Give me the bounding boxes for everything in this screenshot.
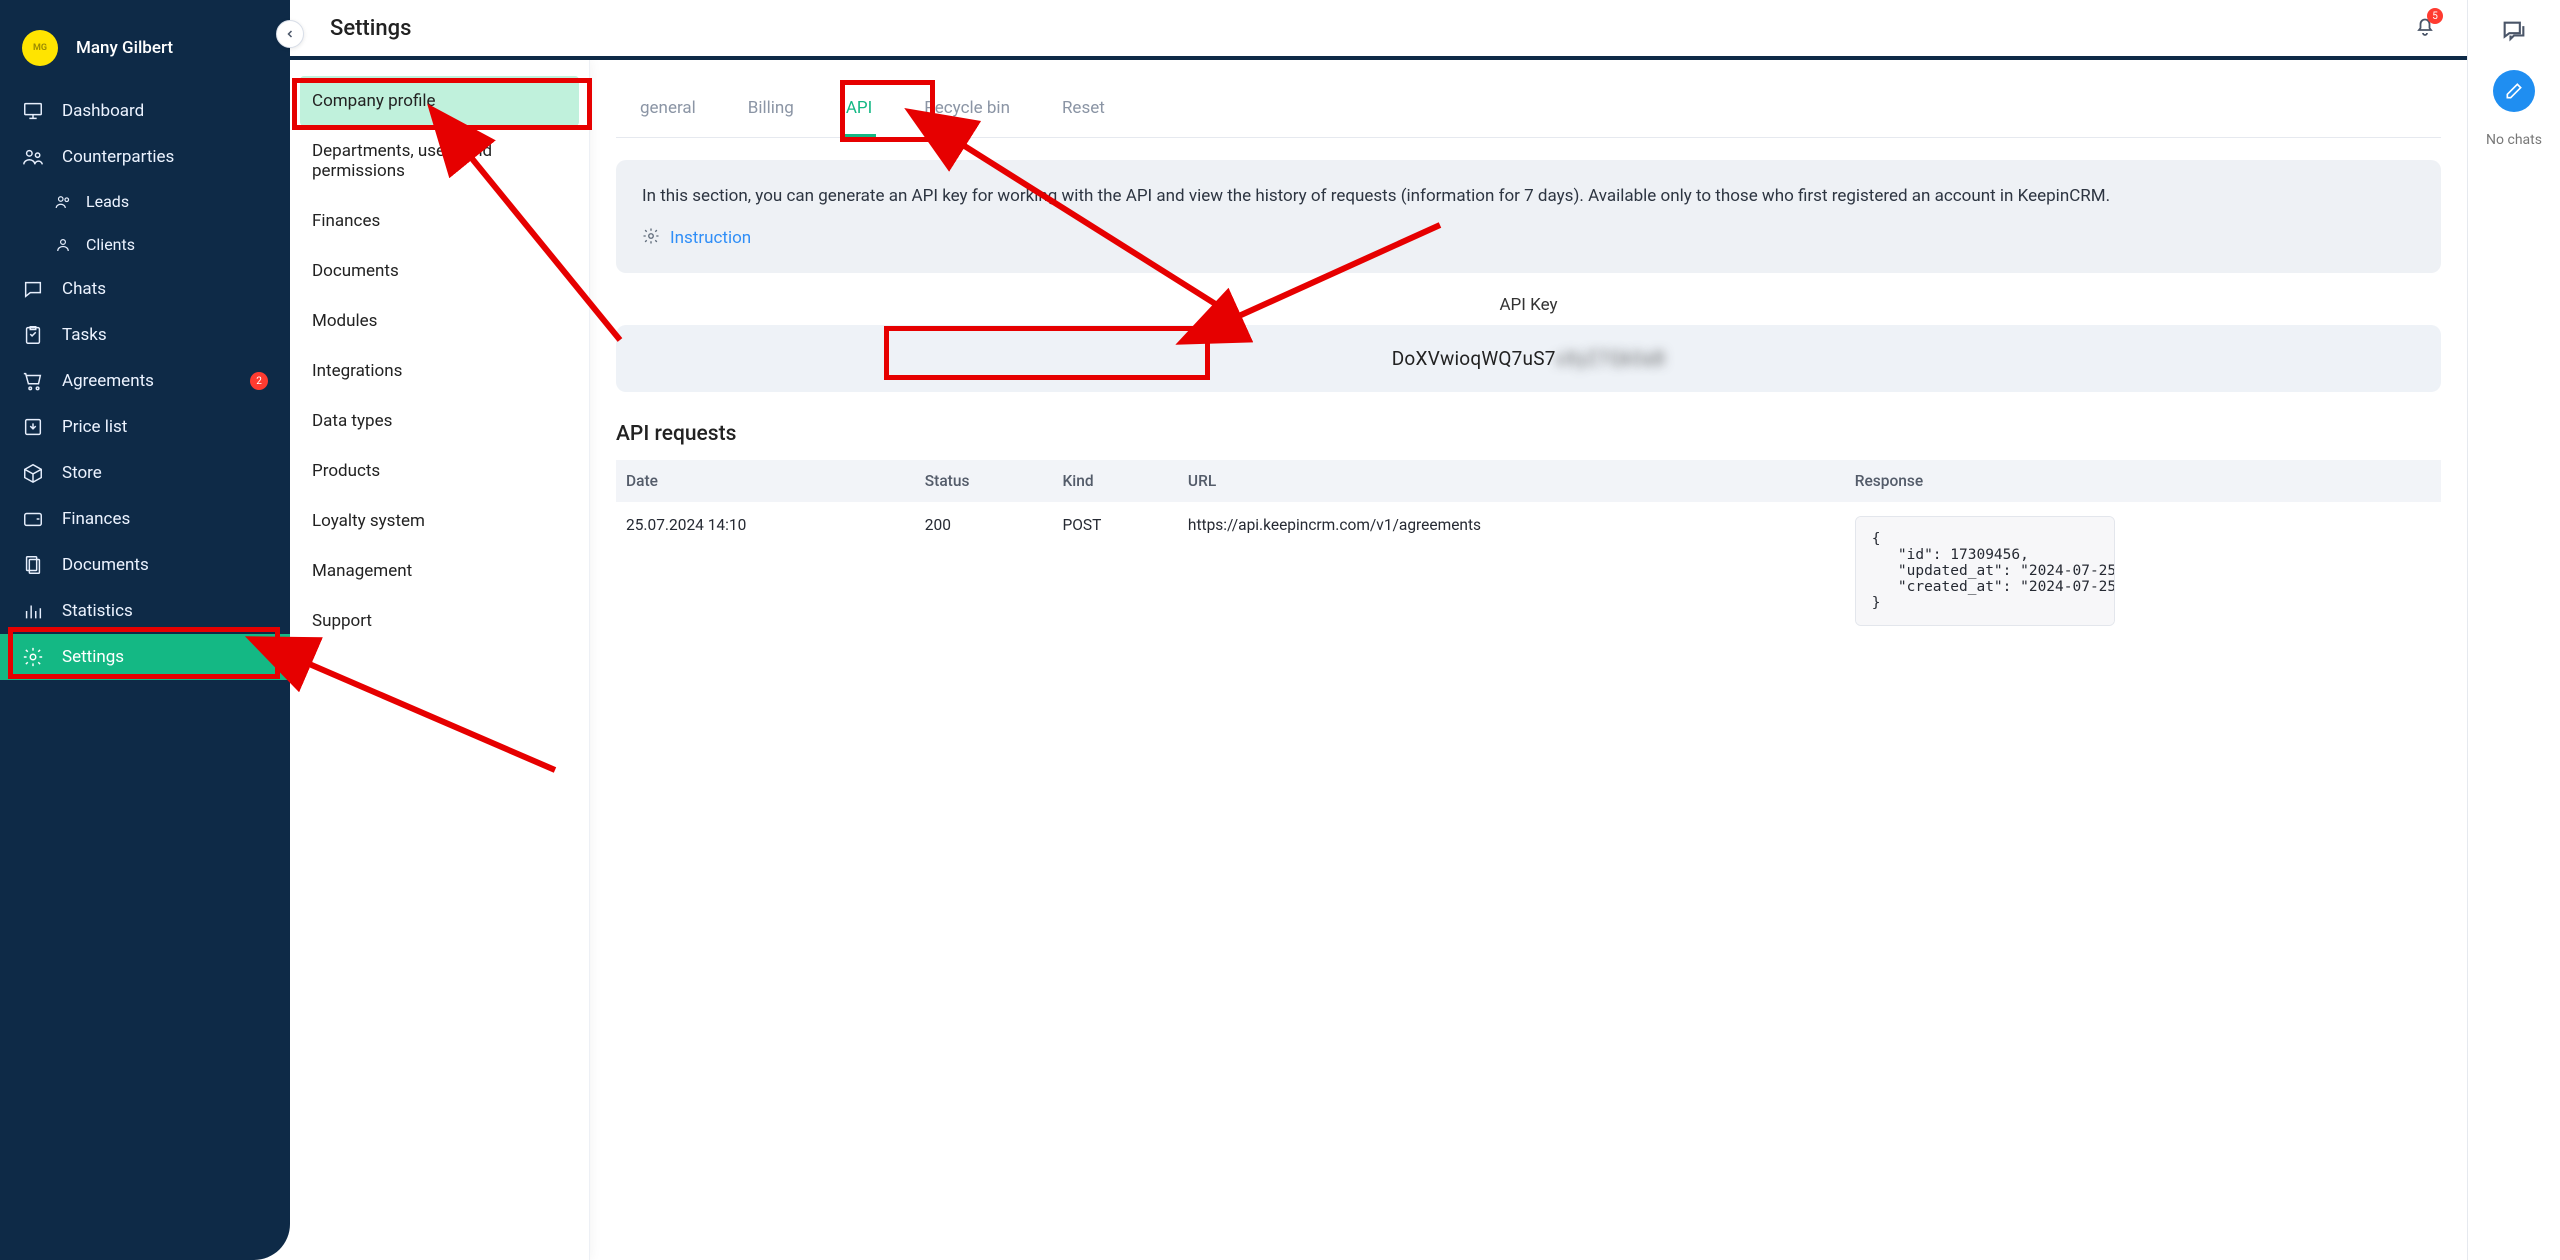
chats-icon xyxy=(2500,18,2528,46)
cell-status: 200 xyxy=(915,502,1053,640)
avatar: MG xyxy=(22,30,58,66)
tab-reset[interactable]: Reset xyxy=(1058,86,1109,137)
settings-item-data-types[interactable]: Data types xyxy=(300,396,579,446)
agreements-badge: 2 xyxy=(250,372,268,390)
api-key-visible-part: DoXVwioqWQ7uS7 xyxy=(1392,347,1556,370)
sidebar-item-label: Agreements xyxy=(62,371,154,391)
sidebar-subitem-leads[interactable]: Leads xyxy=(0,180,290,223)
sidebar-item-label: Counterparties xyxy=(62,147,174,167)
sidebar-item-label: Chats xyxy=(62,279,106,299)
people-icon xyxy=(22,146,44,168)
settings-menu: Company profile Departments, users and p… xyxy=(290,60,590,1260)
sidebar-item-label: Statistics xyxy=(62,601,133,621)
settings-item-loyalty[interactable]: Loyalty system xyxy=(300,496,579,546)
clipboard-icon xyxy=(22,324,44,346)
api-key-hidden-part: xXyZ7Qk0aB xyxy=(1556,347,1666,370)
sidebar-item-store[interactable]: Store xyxy=(0,450,290,496)
person-group-icon xyxy=(54,193,72,211)
sidebar-item-documents[interactable]: Documents xyxy=(0,542,290,588)
edit-icon xyxy=(2504,81,2524,101)
sidebar-item-label: Documents xyxy=(62,555,149,575)
docs-icon xyxy=(22,554,44,576)
no-chats-label: No chats xyxy=(2486,132,2542,148)
bars-icon xyxy=(22,600,44,622)
table-row: 25.07.2024 14:10 200 POST https://api.ke… xyxy=(616,502,2441,640)
sidebar-item-label: Dashboard xyxy=(62,101,144,121)
sidebar-item-counterparties[interactable]: Counterparties xyxy=(0,134,290,180)
sidebar-item-settings[interactable]: Settings xyxy=(0,634,290,680)
sidebar-subitem-clients[interactable]: Clients xyxy=(0,223,290,266)
tabs-row: general Billing API Recycle bin Reset xyxy=(616,76,2441,138)
notifications-badge: 5 xyxy=(2427,8,2443,24)
sidebar-subitem-label: Leads xyxy=(86,192,129,211)
settings-item-management[interactable]: Management xyxy=(300,546,579,596)
box-icon xyxy=(22,462,44,484)
sidebar-item-chats[interactable]: Chats xyxy=(0,266,290,312)
api-requests-heading: API requests xyxy=(616,422,2441,446)
sidebar-item-label: Settings xyxy=(62,647,124,667)
tab-general[interactable]: general xyxy=(636,86,700,137)
sidebar-item-pricelist[interactable]: Price list xyxy=(0,404,290,450)
open-chats-button[interactable] xyxy=(2500,18,2528,50)
col-url: URL xyxy=(1178,460,1845,502)
cell-url: https://api.keepincrm.com/v1/agreements xyxy=(1178,502,1845,640)
settings-item-integrations[interactable]: Integrations xyxy=(300,346,579,396)
new-chat-button[interactable] xyxy=(2493,70,2535,112)
sidebar-item-agreements[interactable]: Agreements 2 xyxy=(0,358,290,404)
nav-list: Dashboard Counterparties Leads Clients C… xyxy=(0,88,290,680)
response-body[interactable]: { "id": 17309456, "updated_at": "2024-07… xyxy=(1855,516,2115,626)
instruction-link[interactable]: Instruction xyxy=(670,228,751,248)
sidebar-item-label: Price list xyxy=(62,417,127,437)
user-block[interactable]: MG Many Gilbert xyxy=(0,20,290,88)
page-title: Settings xyxy=(330,16,411,41)
api-info-box: In this section, you can generate an API… xyxy=(616,160,2441,273)
api-info-text: In this section, you can generate an API… xyxy=(642,184,2415,209)
api-requests-table: Date Status Kind URL Response 25.07.2024… xyxy=(616,460,2441,640)
tab-billing[interactable]: Billing xyxy=(744,86,798,137)
sidebar-item-label: Tasks xyxy=(62,325,107,345)
cart-icon xyxy=(22,370,44,392)
settings-item-support[interactable]: Support xyxy=(300,596,579,646)
chat-rail: No chats xyxy=(2468,0,2560,1260)
tab-api[interactable]: API xyxy=(842,86,876,137)
sidebar-subitem-label: Clients xyxy=(86,235,135,254)
settings-item-departments[interactable]: Departments, users and permissions xyxy=(300,126,579,196)
chat-icon xyxy=(22,278,44,300)
notifications-button[interactable]: 5 xyxy=(2413,14,2437,42)
settings-item-modules[interactable]: Modules xyxy=(300,296,579,346)
user-name: Many Gilbert xyxy=(76,38,173,58)
settings-gear-icon xyxy=(642,227,660,249)
api-key-value[interactable]: DoXVwioqWQ7uS7xXyZ7Qk0aB xyxy=(616,325,2441,392)
person-icon xyxy=(54,236,72,254)
sidebar: MG Many Gilbert Dashboard Counterparties… xyxy=(0,0,290,1260)
monitor-icon xyxy=(22,100,44,122)
settings-item-finances[interactable]: Finances xyxy=(300,196,579,246)
main-area: Settings 5 Company profile Departments, … xyxy=(290,0,2468,1260)
sidebar-item-statistics[interactable]: Statistics xyxy=(0,588,290,634)
topbar: Settings 5 xyxy=(290,0,2467,60)
col-date: Date xyxy=(616,460,915,502)
cell-date: 25.07.2024 14:10 xyxy=(616,502,915,640)
download-box-icon xyxy=(22,416,44,438)
tab-recyclebin[interactable]: Recycle bin xyxy=(920,86,1014,137)
col-kind: Kind xyxy=(1052,460,1177,502)
sidebar-item-tasks[interactable]: Tasks xyxy=(0,312,290,358)
settings-item-company-profile[interactable]: Company profile xyxy=(300,76,579,126)
cell-kind: POST xyxy=(1052,502,1177,640)
api-key-label: API Key xyxy=(616,295,2441,315)
col-status: Status xyxy=(915,460,1053,502)
settings-item-documents[interactable]: Documents xyxy=(300,246,579,296)
col-response: Response xyxy=(1845,460,2441,502)
gear-icon xyxy=(22,646,44,668)
cell-response: { "id": 17309456, "updated_at": "2024-07… xyxy=(1845,502,2441,640)
sidebar-item-label: Finances xyxy=(62,509,130,529)
wallet-icon xyxy=(22,508,44,530)
settings-item-products[interactable]: Products xyxy=(300,446,579,496)
sidebar-item-label: Store xyxy=(62,463,102,483)
sidebar-item-finances[interactable]: Finances xyxy=(0,496,290,542)
sidebar-item-dashboard[interactable]: Dashboard xyxy=(0,88,290,134)
detail-panel: general Billing API Recycle bin Reset In… xyxy=(590,60,2467,1260)
